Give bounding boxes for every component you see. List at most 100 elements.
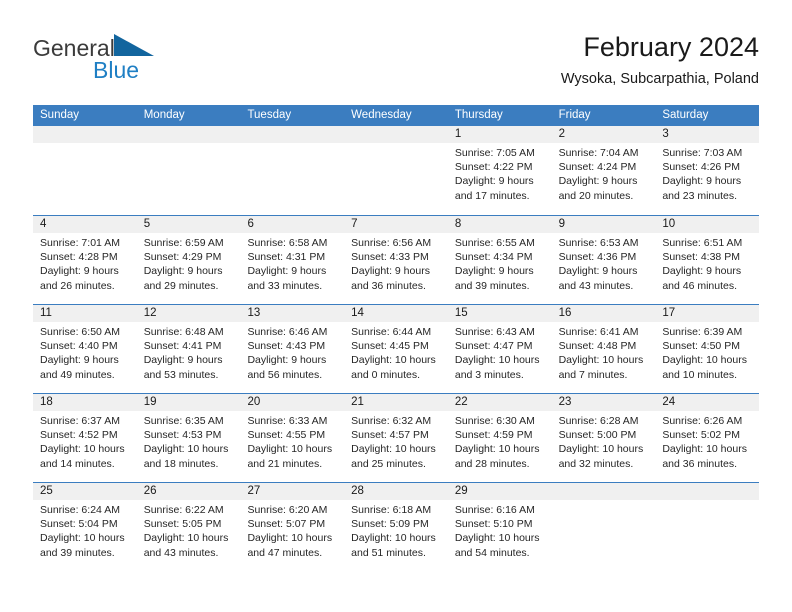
day-details: Sunrise: 7:01 AM Sunset: 4:28 PM Daylight:…: [33, 233, 137, 293]
sunset-line: Sunset: 5:07 PM: [247, 518, 326, 531]
day-details: Sunrise: 6:43 AM Sunset: 4:47 PM Daylight:…: [448, 322, 552, 382]
day-number: 25: [33, 483, 137, 500]
day-cell[interactable]: 8 Sunrise: 6:55 AM Sunset: 4:34 PM Daylight…: [447, 216, 552, 304]
daylight-line-1: Daylight: 10 hours: [351, 443, 436, 456]
day-cell[interactable]: 4 Sunrise: 7:01 AM Sunset: 4:28 PM Daylight…: [33, 216, 137, 304]
day-cell[interactable]: 16 Sunrise: 6:41 AM Sunset: 4:48 PM Dayligh…: [551, 305, 656, 393]
daylight-line-1: Daylight: 10 hours: [351, 354, 436, 367]
day-details: Sunrise: 6:20 AM Sunset: 5:07 PM Daylight:…: [240, 500, 344, 560]
day-cell[interactable]: 3 Sunrise: 7:03 AM Sunset: 4:26 PM Daylight…: [655, 126, 760, 215]
day-details: Sunrise: 6:22 AM Sunset: 5:05 PM Daylight:…: [137, 500, 241, 560]
sunrise-line: Sunrise: 7:05 AM: [454, 147, 535, 159]
day-cell[interactable]: 19 Sunrise: 6:35 AM Sunset: 4:53 PM Dayligh…: [136, 394, 241, 482]
day-number: [655, 483, 760, 500]
daylight-line-1: Daylight: 9 hours: [454, 175, 534, 188]
page-header: General Blue February 2024 Wysoka, Subca…: [33, 30, 759, 100]
daylight-line-1: Daylight: 10 hours: [247, 443, 333, 456]
daylight-line-2: and 28 minutes.: [454, 457, 530, 470]
sunset-line: Sunset: 4:29 PM: [143, 251, 222, 264]
day-details: Sunrise: 6:48 AM Sunset: 4:41 PM Daylight:…: [137, 322, 241, 382]
sunrise-line: Sunrise: 6:56 AM: [351, 237, 432, 249]
day-details: Sunrise: 6:58 AM Sunset: 4:31 PM Daylight:…: [240, 233, 344, 293]
sunset-line: Sunset: 5:04 PM: [40, 518, 118, 531]
sunset-line: Sunset: 5:09 PM: [351, 518, 429, 531]
day-cell[interactable]: 26 Sunrise: 6:22 AM Sunset: 5:05 PM Dayligh…: [136, 483, 241, 571]
day-number: 6: [240, 216, 345, 233]
sunrise-line: Sunrise: 6:20 AM: [247, 504, 328, 516]
weekday-wednesday: Wednesday: [351, 109, 412, 121]
day-cell[interactable]: [136, 126, 241, 215]
day-details: Sunrise: 7:04 AM Sunset: 4:24 PM Daylight:…: [552, 143, 656, 203]
day-number: 11: [33, 305, 137, 322]
general-blue-logo[interactable]: General Blue: [33, 32, 233, 92]
day-cell[interactable]: 20 Sunrise: 6:33 AM Sunset: 4:55 PM Dayligh…: [240, 394, 345, 482]
day-details: [552, 500, 656, 503]
daylight-line-2: and 26 minutes.: [40, 279, 115, 292]
day-cell[interactable]: [655, 483, 760, 571]
day-cell[interactable]: [344, 126, 448, 215]
daylight-line-2: and 29 minutes.: [143, 279, 219, 292]
day-cell[interactable]: 22 Sunrise: 6:30 AM Sunset: 4:59 PM Dayligh…: [447, 394, 552, 482]
day-cell[interactable]: [33, 126, 137, 215]
calendar-grid: Sunday Monday Tuesday Wednesday Thursday…: [33, 105, 760, 571]
day-cell[interactable]: 24 Sunrise: 6:26 AM Sunset: 5:02 PM Dayligh…: [655, 394, 760, 482]
daylight-line-1: Daylight: 9 hours: [247, 265, 327, 278]
daylight-line-2: and 10 minutes.: [662, 368, 738, 381]
daylight-line-2: and 49 minutes.: [40, 368, 115, 381]
day-number: 10: [655, 216, 760, 233]
sunset-line: Sunset: 4:57 PM: [351, 429, 429, 442]
day-cell[interactable]: 7 Sunrise: 6:56 AM Sunset: 4:33 PM Daylight…: [344, 216, 448, 304]
day-cell[interactable]: 27 Sunrise: 6:20 AM Sunset: 5:07 PM Dayligh…: [240, 483, 345, 571]
sunset-line: Sunset: 4:40 PM: [40, 340, 118, 353]
daylight-line-1: Daylight: 9 hours: [143, 354, 223, 367]
day-cell[interactable]: 29 Sunrise: 6:16 AM Sunset: 5:10 PM Dayligh…: [447, 483, 552, 571]
day-cell[interactable]: 14 Sunrise: 6:44 AM Sunset: 4:45 PM Dayligh…: [344, 305, 448, 393]
daylight-line-1: Daylight: 10 hours: [351, 532, 436, 545]
day-details: [344, 143, 448, 146]
day-cell[interactable]: 23 Sunrise: 6:28 AM Sunset: 5:00 PM Dayligh…: [551, 394, 656, 482]
sunrise-line: Sunrise: 6:50 AM: [40, 326, 120, 338]
sunrise-line: Sunrise: 6:48 AM: [143, 326, 224, 338]
day-cell[interactable]: 21 Sunrise: 6:32 AM Sunset: 4:57 PM Dayligh…: [344, 394, 448, 482]
day-cell[interactable]: 15 Sunrise: 6:43 AM Sunset: 4:47 PM Dayligh…: [447, 305, 552, 393]
day-number: [551, 483, 656, 500]
day-number: 19: [136, 394, 241, 411]
sunrise-line: Sunrise: 6:32 AM: [351, 415, 432, 427]
day-cell[interactable]: 6 Sunrise: 6:58 AM Sunset: 4:31 PM Daylight…: [240, 216, 345, 304]
logo-text-blue: Blue: [93, 57, 140, 83]
day-cell[interactable]: 11 Sunrise: 6:50 AM Sunset: 4:40 PM Dayligh…: [33, 305, 137, 393]
day-cell[interactable]: 1 Sunrise: 7:05 AM Sunset: 4:22 PM Daylight…: [447, 126, 552, 215]
week-row: 4 Sunrise: 7:01 AM Sunset: 4:28 PM Daylight…: [33, 215, 760, 304]
daylight-line-1: Daylight: 10 hours: [40, 443, 125, 456]
day-number: 28: [344, 483, 448, 500]
sunrise-line: Sunrise: 6:37 AM: [40, 415, 120, 427]
week-row: 25 Sunrise: 6:24 AM Sunset: 5:04 PM Dayligh…: [33, 482, 760, 571]
daylight-line-2: and 21 minutes.: [247, 457, 323, 470]
day-details: Sunrise: 6:41 AM Sunset: 4:48 PM Daylight:…: [552, 322, 656, 382]
day-cell[interactable]: [240, 126, 345, 215]
day-cell[interactable]: 5 Sunrise: 6:59 AM Sunset: 4:29 PM Daylight…: [136, 216, 241, 304]
sunset-line: Sunset: 4:41 PM: [143, 340, 222, 353]
day-details: [240, 143, 344, 146]
day-cell[interactable]: 9 Sunrise: 6:53 AM Sunset: 4:36 PM Daylight…: [551, 216, 656, 304]
day-cell[interactable]: 28 Sunrise: 6:18 AM Sunset: 5:09 PM Dayligh…: [344, 483, 448, 571]
daylight-line-1: Daylight: 10 hours: [454, 532, 540, 545]
page-subtitle: Wysoka, Subcarpathia, Poland: [560, 71, 759, 87]
week-row: 1 Sunrise: 7:05 AM Sunset: 4:22 PM Daylight…: [33, 126, 760, 215]
daylight-line-1: Daylight: 9 hours: [40, 354, 119, 367]
day-cell[interactable]: 2 Sunrise: 7:04 AM Sunset: 4:24 PM Daylight…: [551, 126, 656, 215]
sunrise-line: Sunrise: 6:28 AM: [558, 415, 639, 427]
weekday-tuesday: Tuesday: [247, 109, 292, 121]
day-cell[interactable]: 10 Sunrise: 6:51 AM Sunset: 4:38 PM Dayligh…: [655, 216, 760, 304]
daylight-line-1: Daylight: 10 hours: [558, 443, 644, 456]
daylight-line-2: and 7 minutes.: [558, 368, 628, 381]
daylight-line-2: and 54 minutes.: [454, 546, 530, 559]
day-details: Sunrise: 6:28 AM Sunset: 5:00 PM Daylight:…: [552, 411, 656, 471]
day-number: 21: [344, 394, 448, 411]
day-cell[interactable]: 13 Sunrise: 6:46 AM Sunset: 4:43 PM Dayligh…: [240, 305, 345, 393]
day-cell[interactable]: 17 Sunrise: 6:39 AM Sunset: 4:50 PM Dayligh…: [655, 305, 760, 393]
day-cell[interactable]: 25 Sunrise: 6:24 AM Sunset: 5:04 PM Dayligh…: [33, 483, 137, 571]
day-cell[interactable]: 12 Sunrise: 6:48 AM Sunset: 4:41 PM Dayligh…: [136, 305, 241, 393]
day-cell[interactable]: [551, 483, 656, 571]
day-cell[interactable]: 18 Sunrise: 6:37 AM Sunset: 4:52 PM Dayligh…: [33, 394, 137, 482]
